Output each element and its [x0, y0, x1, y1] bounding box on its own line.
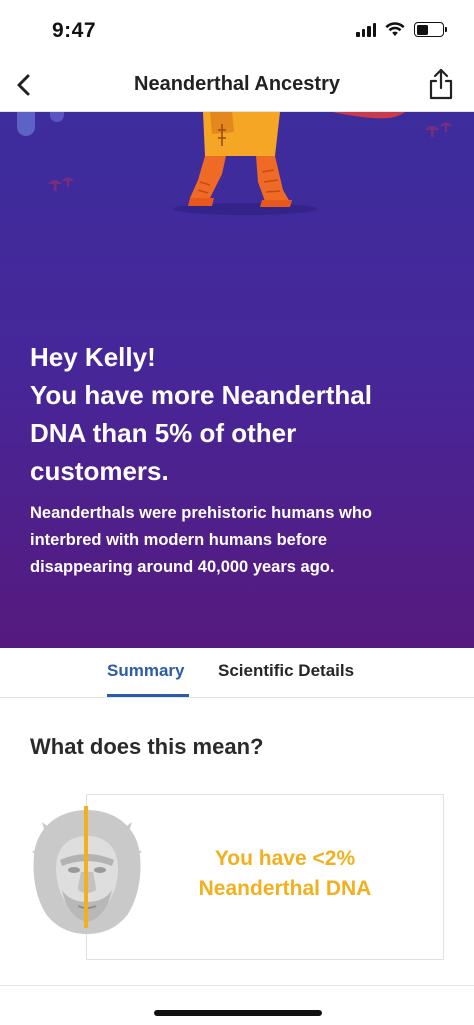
status-bar: 9:47: [0, 0, 474, 58]
hero-heading-line: You have more Neanderthal: [30, 380, 372, 410]
status-time: 9:47: [52, 19, 97, 42]
tab-summary[interactable]: Summary: [107, 661, 184, 681]
wifi-icon: [385, 22, 405, 36]
home-indicator[interactable]: [154, 1010, 322, 1016]
section-title: What does this mean?: [30, 734, 264, 759]
hero-heading-line: customers.: [30, 456, 169, 486]
tab-bar: Summary Scientific Details: [0, 648, 474, 698]
neanderthal-face-icon: [32, 806, 142, 934]
share-icon[interactable]: [424, 66, 458, 102]
battery-icon: [414, 22, 447, 37]
status-icons: [356, 22, 447, 37]
neanderthal-illustration: [17, 112, 452, 215]
hero-heading: Hey Kelly! You have more Neanderthal DNA…: [30, 338, 450, 490]
signal-icon: [356, 22, 376, 37]
hero-description: Neanderthals were prehistoric humans who…: [30, 504, 373, 576]
hero-heading-line: Hey Kelly!: [30, 342, 156, 372]
active-tab-indicator: [107, 694, 189, 697]
page-title: Neanderthal Ancestry: [134, 73, 340, 95]
nav-bar: Neanderthal Ancestry: [0, 58, 474, 112]
divider: [0, 985, 474, 986]
hero-heading-line: DNA than 5% of other: [30, 418, 297, 448]
result-text: You have <2% Neanderthal DNA: [198, 847, 372, 900]
tab-scientific-details[interactable]: Scientific Details: [218, 661, 354, 681]
hero-banner: Hey Kelly! You have more Neanderthal DNA…: [0, 112, 474, 648]
